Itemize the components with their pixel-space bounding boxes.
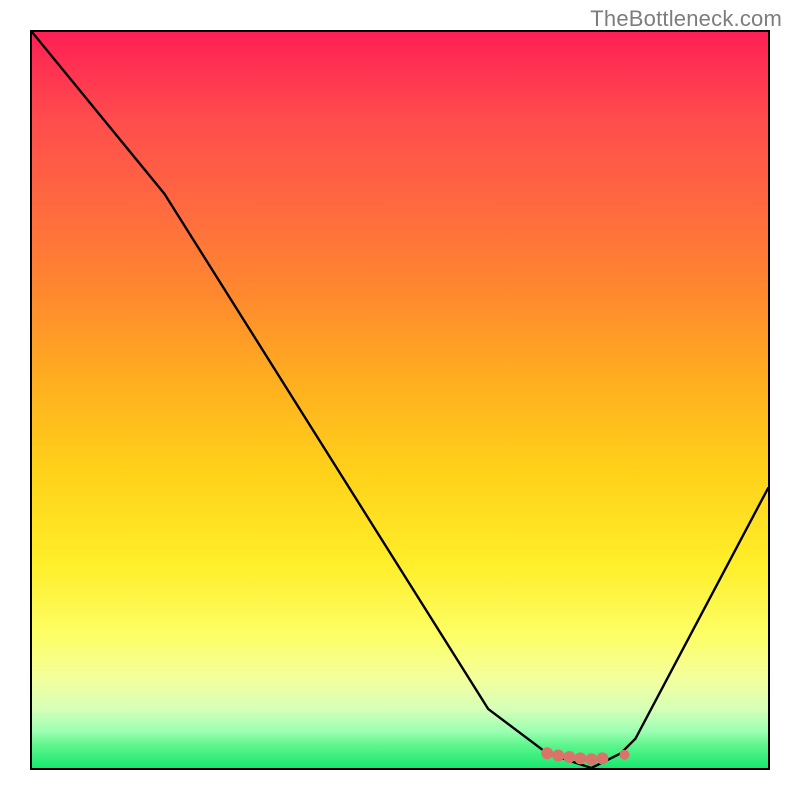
plot-area	[30, 30, 770, 770]
optimal-point	[620, 750, 630, 760]
chart-canvas: TheBottleneck.com	[0, 0, 800, 800]
optimal-point	[585, 753, 597, 765]
optimal-point	[574, 752, 586, 764]
optimal-point	[563, 751, 575, 763]
optimal-point	[596, 752, 608, 764]
attribution-watermark: TheBottleneck.com	[590, 6, 782, 32]
optimal-point	[552, 750, 564, 762]
optimal-point	[541, 747, 553, 759]
optimal-marker-cluster	[32, 32, 768, 768]
